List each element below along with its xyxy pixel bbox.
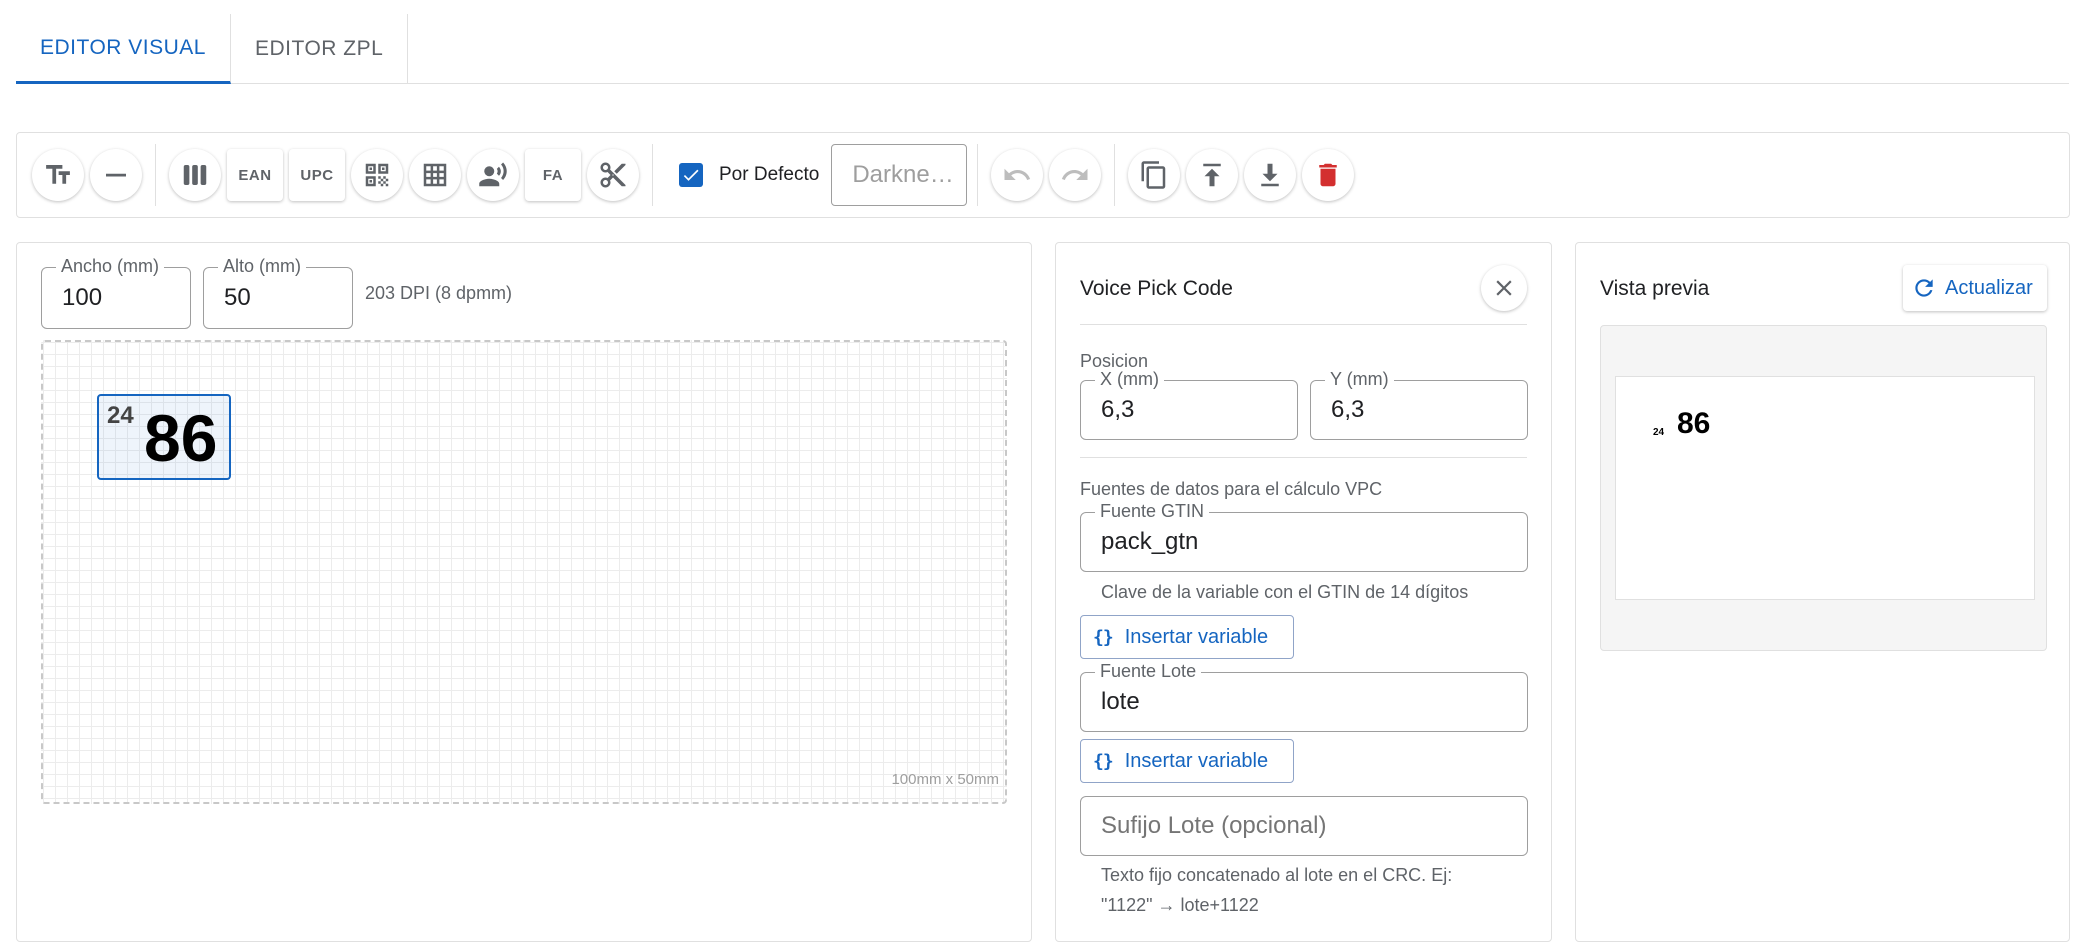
preview-container: 24 86 [1600,325,2047,651]
lot-source-field[interactable]: Fuente Lote lote [1080,661,1528,732]
insert-variable-gtin-button[interactable]: {} Insertar variable [1080,615,1294,659]
add-fa-button[interactable]: FA [525,149,581,201]
label-preview: 24 86 [1615,376,2035,600]
x-field[interactable]: X (mm) 6,3 [1080,369,1298,440]
delete-icon [1319,163,1338,187]
dpi-info: 203 DPI (8 dpmm) [365,283,513,303]
text-icon [46,165,70,184]
gtin-helper-text: Clave de la variable con el GTIN de 14 d… [1101,582,1469,602]
download-icon [1261,163,1280,187]
divider [1080,324,1527,325]
qr-icon [365,163,389,187]
refresh-icon [1915,279,1933,297]
bring-to-front-button[interactable] [1186,149,1239,201]
tab-bar: EDITOR VISUAL EDITOR ZPL [16,14,2069,84]
braces-icon: {} [1093,626,1114,648]
voice-pick-large-digits: 86 [144,401,218,475]
scissors-icon [600,162,626,188]
toolbar-divider [155,144,156,206]
suffix-helper-example: "1122" → lote+1122 [1101,895,1259,915]
refresh-label: Actualizar [1945,276,2033,299]
add-barcode-button[interactable] [169,149,221,201]
properties-panel: Voice Pick Code Posicion X (mm) 6,3 Y (m… [1055,242,1552,942]
cut-button[interactable] [587,149,639,201]
toolbar-divider [1114,144,1116,206]
add-text-button[interactable] [32,149,84,201]
x-value: 6,3 [1101,396,1135,423]
divider [1080,457,1527,458]
check-icon [683,169,699,181]
lot-suffix-field[interactable]: Sufijo Lote (opcional) [1080,796,1528,856]
redo-icon [1062,168,1088,180]
add-table-button[interactable] [409,149,461,201]
canvas-size-text: 100mm x 50mm [891,771,999,788]
preview-small-digits: 24 [1653,427,1665,438]
upload-icon [1203,163,1222,187]
close-icon [1496,280,1512,296]
table-icon [423,163,447,187]
suffix-helper-text: Texto fijo concatenado al lote en el CRC… [1101,865,1453,885]
default-checkbox[interactable] [679,163,703,187]
voice-pick-element[interactable]: 24 86 [97,394,231,480]
add-qr-button[interactable] [351,149,403,201]
add-voice-pick-button[interactable] [467,149,519,201]
close-properties-button[interactable] [1481,265,1527,311]
gtin-source-field[interactable]: Fuente GTIN pack_gtn [1080,501,1528,572]
refresh-preview-button[interactable]: Actualizar [1903,265,2047,311]
height-value: 50 [224,284,251,311]
data-sources-label: Fuentes de datos para el cálculo VPC [1080,479,1383,499]
insert-variable-label: Insertar variable [1124,625,1269,648]
width-field[interactable]: Ancho (mm) 100 [41,256,191,329]
undo-icon [1004,168,1031,180]
add-ean-button[interactable]: EAN [227,149,283,201]
canvas-panel: Ancho (mm) 100 Alto (mm) 50 203 DPI (8 d… [16,242,1032,942]
insert-variable-lot-button[interactable]: {} Insertar variable [1080,739,1294,783]
toolbar: EAN UPC FA Por Defecto Darkne… [16,132,2070,218]
lot-source-value: lote [1101,688,1140,715]
preview-large-digits: 86 [1677,407,1711,440]
barcode-icon [183,165,207,185]
gtin-source-value: pack_gtn [1101,528,1199,555]
tab-label: EDITOR VISUAL [40,35,206,59]
redo-button[interactable] [1049,149,1102,201]
preview-title: Vista previa [1600,277,1710,300]
width-value: 100 [62,284,103,311]
properties-title: Voice Pick Code [1080,277,1233,300]
braces-icon: {} [1093,750,1114,772]
voice-pick-small-digits: 24 [107,402,134,429]
undo-button[interactable] [991,149,1044,201]
tab-editor-visual[interactable]: EDITOR VISUAL [16,14,231,84]
default-checkbox-label: Por Defecto [719,164,820,185]
tab-editor-zpl[interactable]: EDITOR ZPL [231,14,409,84]
copy-icon [1141,161,1166,189]
y-field[interactable]: Y (mm) 6,3 [1310,369,1528,440]
insert-variable-label: Insertar variable [1124,749,1269,772]
tab-label: EDITOR ZPL [255,37,384,60]
toolbar-divider [652,144,653,206]
darkness-input[interactable]: Darkne… [831,144,968,206]
line-icon [106,173,126,177]
label-canvas[interactable]: 24 86 100mm x 50mm [41,340,1007,804]
y-value: 6,3 [1331,396,1365,423]
add-line-button[interactable] [90,149,142,201]
lot-suffix-placeholder: Sufijo Lote (opcional) [1101,812,1327,839]
delete-button[interactable] [1302,149,1355,201]
height-field[interactable]: Alto (mm) 50 [203,256,353,329]
preview-panel: Vista previa Actualizar 24 86 [1575,242,2070,942]
voice-icon [479,162,507,187]
add-upc-button[interactable]: UPC [289,149,345,201]
copy-button[interactable] [1128,149,1181,201]
toolbar-divider [977,144,979,206]
send-to-back-button[interactable] [1244,149,1297,201]
